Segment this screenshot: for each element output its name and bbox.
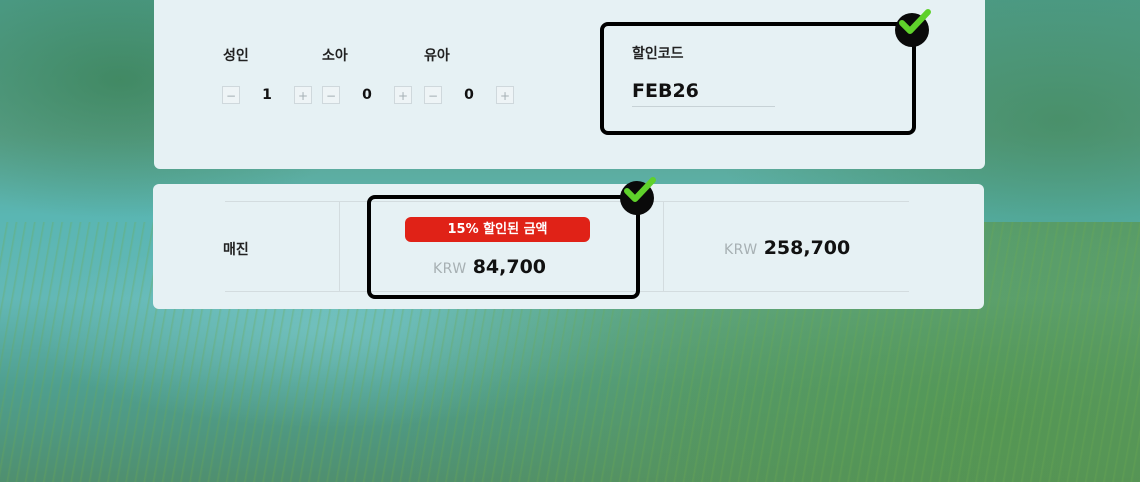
adult-decrement-button[interactable]: − (222, 86, 240, 104)
infant-count: 0 (464, 87, 474, 103)
check-circle-icon (895, 9, 931, 47)
column-divider (339, 201, 340, 292)
child-label: 소아 (322, 48, 348, 64)
infant-stepper: − 0 + (424, 85, 514, 105)
original-amount: 258,700 (763, 237, 851, 259)
adult-label: 성인 (223, 48, 249, 64)
room-type-label: 매진 (223, 242, 249, 258)
original-price: KRW 258,700 (724, 237, 850, 259)
child-increment-button[interactable]: + (394, 86, 412, 104)
check-circle-icon (620, 177, 656, 215)
infant-decrement-button[interactable]: − (424, 86, 442, 104)
infant-label: 유아 (424, 48, 450, 64)
discount-code-highlight (600, 22, 916, 135)
infant-increment-button[interactable]: + (496, 86, 514, 104)
adult-count: 1 (262, 87, 272, 103)
adult-increment-button[interactable]: + (294, 86, 312, 104)
discounted-price-highlight (367, 195, 640, 299)
child-decrement-button[interactable]: − (322, 86, 340, 104)
original-currency: KRW (724, 242, 758, 258)
child-stepper: − 0 + (322, 85, 412, 105)
child-count: 0 (362, 87, 372, 103)
column-divider (663, 201, 664, 292)
adult-stepper: − 1 + (222, 85, 312, 105)
